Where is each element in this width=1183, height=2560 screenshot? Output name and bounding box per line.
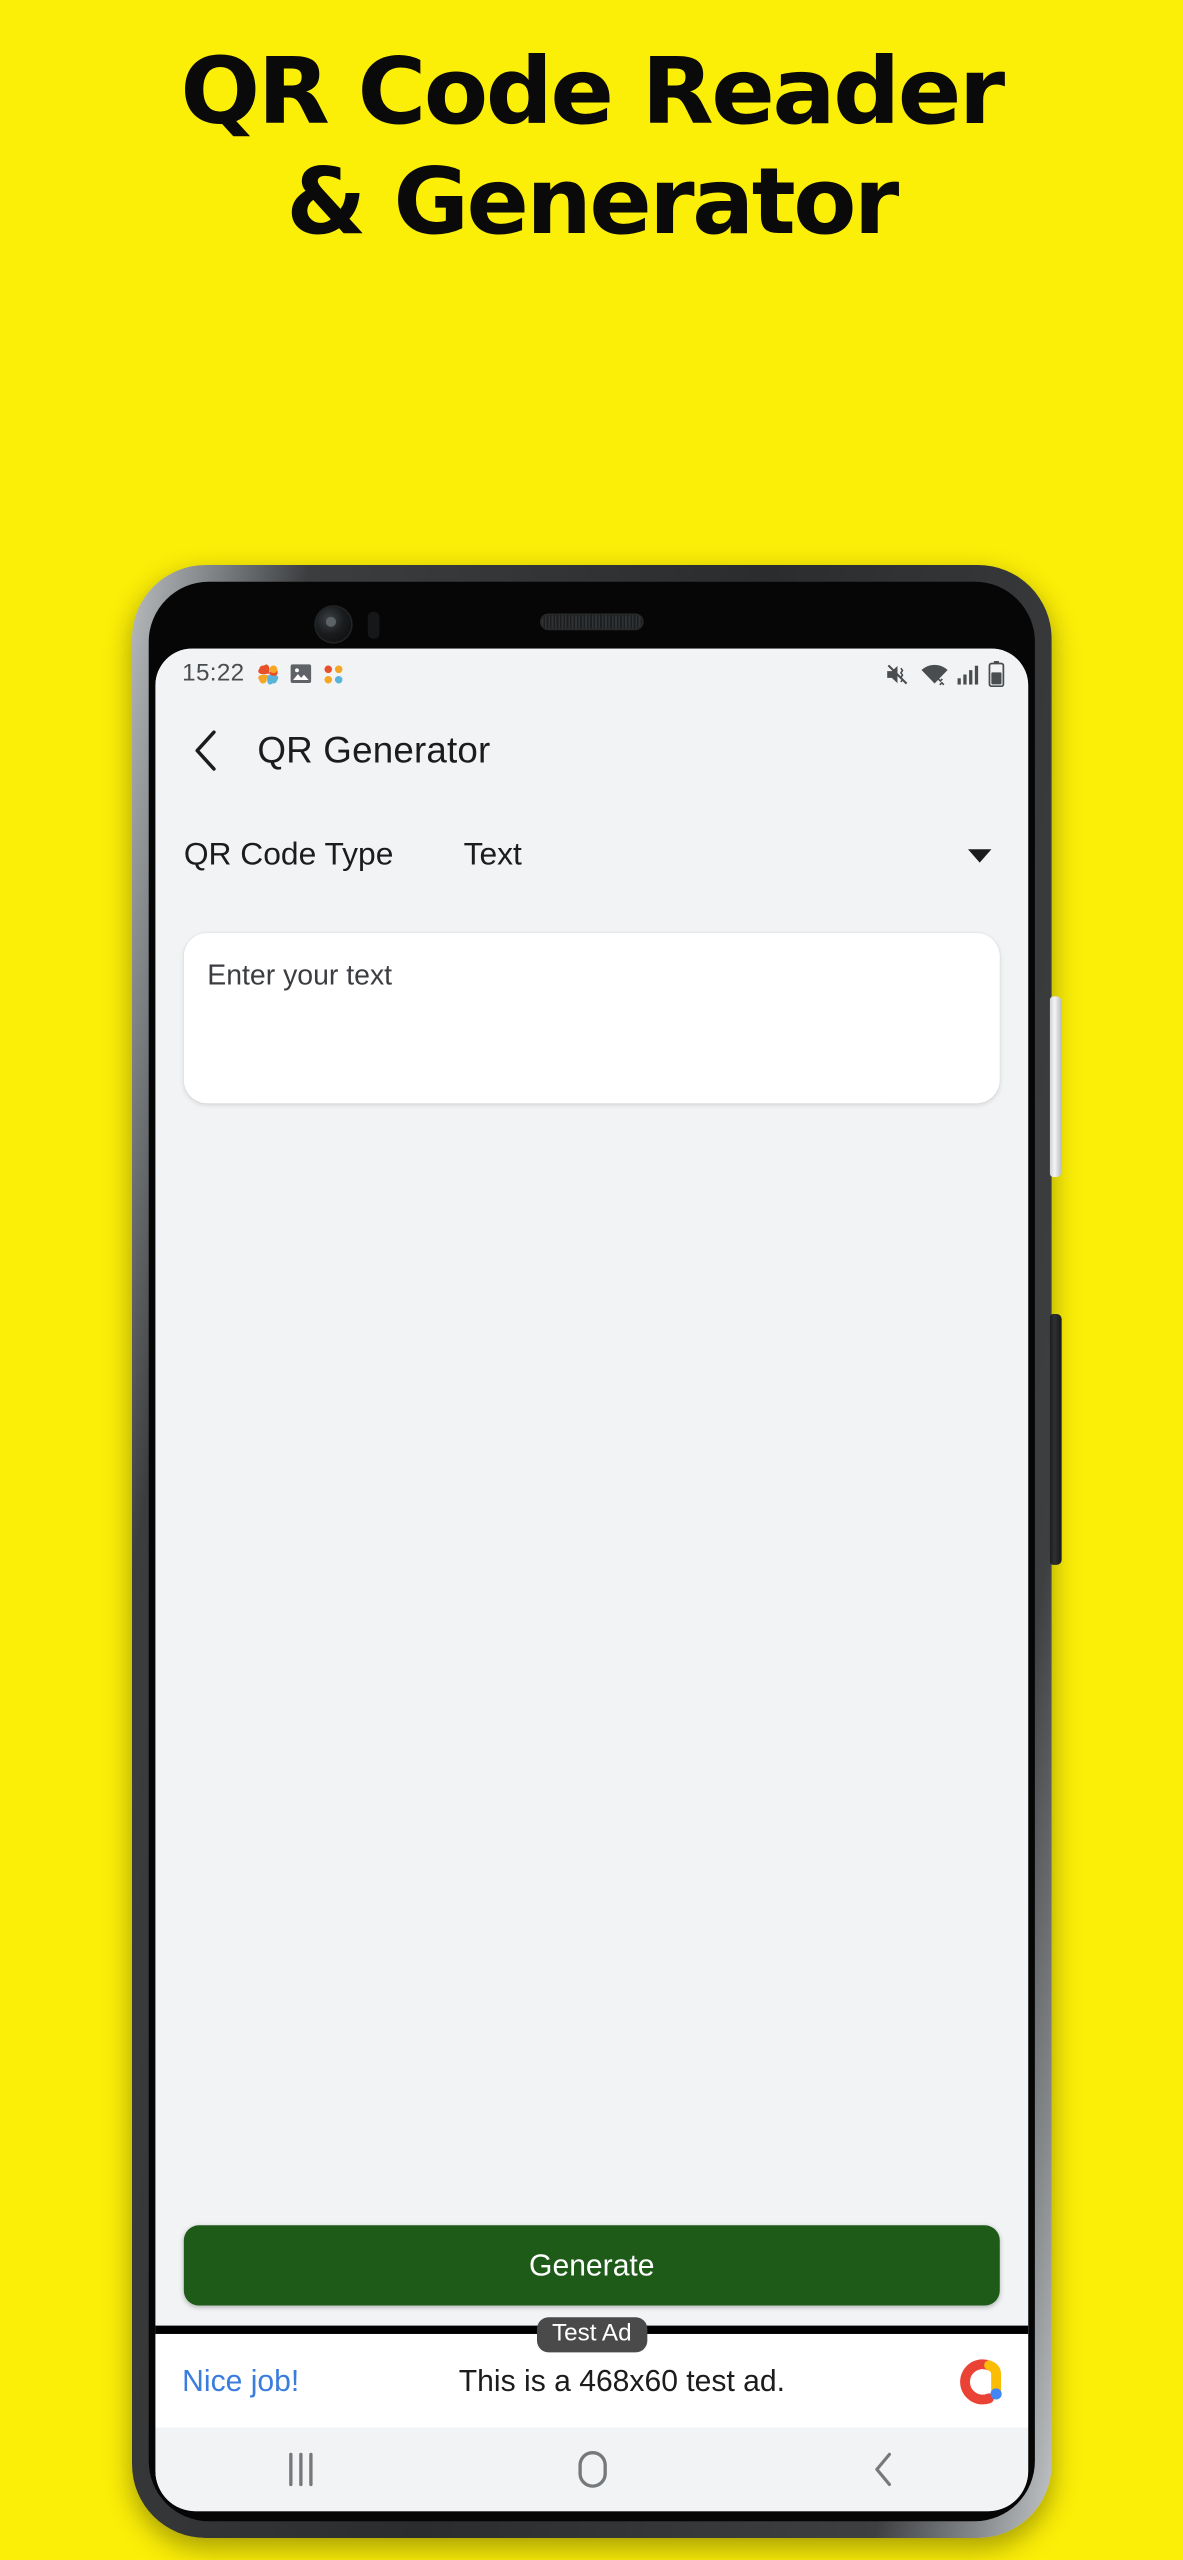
gallery-image-icon [291,664,312,683]
ad-cta-link[interactable]: Nice job! [182,2363,299,2398]
content-area: Enter your text [155,909,1029,2226]
phone-mockup: 15:22 QR Generator QR Code Type Text Ent… [132,565,1062,2538]
home-button[interactable] [446,2451,737,2488]
pinwheel-icon [258,663,279,684]
system-nav-bar [155,2427,1029,2512]
nav-back-icon [874,2452,891,2487]
battery-icon [988,660,1005,688]
qr-code-type-value: Text [463,837,522,873]
ad-banner[interactable]: Test Ad Nice job! This is a 468x60 test … [155,2317,1029,2428]
qr-code-type-dropdown[interactable]: Text [464,838,992,875]
chevron-down-icon [968,849,992,863]
phone-frame-inner: 15:22 QR Generator QR Code Type Text Ent… [137,570,1047,2533]
status-bar-system-icons [884,660,1005,688]
back-chevron-icon[interactable] [180,726,230,776]
promo-headline-line-2: & Generator [286,148,899,255]
mute-vibrate-icon [887,663,908,684]
cellular-signal-icon [957,664,979,684]
status-bar-notification-icons [256,661,346,686]
generate-button-container: Generate [155,2225,1029,2326]
recents-icon [289,2452,313,2487]
nav-back-button[interactable] [737,2451,1028,2488]
pinwheel-icon [324,664,343,683]
earpiece-speaker-icon [539,613,644,631]
app-bar: QR Generator [155,698,1029,803]
qr-code-type-label: QR Code Type [183,837,394,873]
ad-badge: Test Ad [536,2317,647,2353]
volume-button[interactable] [1049,996,1062,1177]
power-button[interactable] [1049,1314,1062,1565]
admob-logo [960,2358,1002,2404]
ad-body-text: This is a 468x60 test ad. [458,2363,786,2397]
proximity-sensor-icon [367,611,380,639]
wifi-icon [921,664,948,685]
phone-frame: 15:22 QR Generator QR Code Type Text Ent… [132,565,1062,2538]
phone-screen: 15:22 QR Generator QR Code Type Text Ent… [155,648,1029,2512]
text-input-card[interactable]: Enter your text [183,932,1000,1104]
status-bar-time: 15:22 [182,660,245,688]
phone-bezel: 15:22 QR Generator QR Code Type Text Ent… [148,581,1035,2522]
page-title: QR Generator [257,728,491,771]
qr-code-type-row: QR Code Type Text [155,802,1029,910]
front-camera-icon [315,606,352,642]
text-input-placeholder: Enter your text [207,959,393,992]
status-bar: 15:22 [155,648,1029,699]
promo-headline-line-1: QR Code Reader [180,38,1005,145]
promo-headline: QR Code Reader & Generator [0,46,1183,248]
generate-button[interactable]: Generate [183,2225,1000,2306]
recents-button[interactable] [155,2452,446,2487]
home-icon [577,2451,607,2488]
